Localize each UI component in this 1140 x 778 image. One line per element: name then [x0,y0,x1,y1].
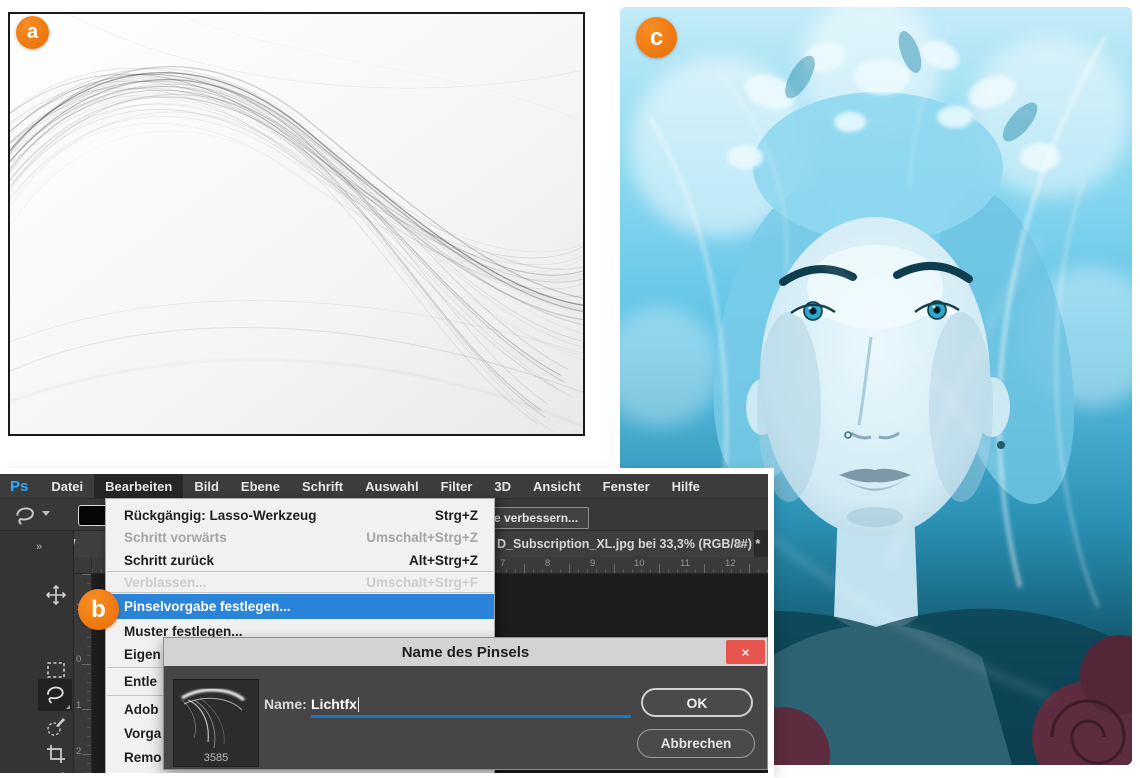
ruler-number: 9 [590,558,596,569]
menubar-item-schrift[interactable]: Schrift [291,474,354,498]
brush-name-dialog: Name des Pinsels × 3585 Name: Lichtfx OK… [163,637,768,770]
menubar-item-filter[interactable]: Filter [430,474,484,498]
menubar-item-datei[interactable]: Datei [40,474,94,498]
ok-button[interactable]: OK [641,688,753,717]
lasso-tool-preset-icon[interactable] [12,503,38,527]
quick-selection-tool-icon[interactable] [44,714,68,738]
fiber-strokes-illustration [10,14,583,434]
menubar-item-hilfe[interactable]: Hilfe [661,474,711,498]
menubar-item-bild[interactable]: Bild [183,474,230,498]
brush-size-number: 3585 [203,752,229,764]
menu-item-label: Remo [124,750,162,765]
menu-item-label: Eigen [124,647,161,662]
menubar-item-auswahl[interactable]: Auswahl [354,474,429,498]
menu-item-shortcut: Alt+Strg+Z [408,553,478,568]
tool-preset-swatch[interactable] [78,505,108,526]
double-chevron-icon[interactable]: » [36,541,42,553]
lasso-tool-icon [43,683,67,707]
menubar-item-bearbeiten[interactable]: Bearbeiten [94,474,184,498]
cancel-button[interactable]: Abbrechen [637,729,755,758]
ruler-number: 10 [634,558,645,569]
menu-item-label: Schritt vorwärts [124,530,227,545]
menubar-item-fenster[interactable]: Fenster [592,474,661,498]
dialog-body: 3585 Name: Lichtfx OK Abbrechen [164,666,767,769]
menu-item-step-forward: Schritt vorwärts Umschalt+Strg+Z [106,526,494,549]
menu-item-undo[interactable]: Rückgängig: Lasso-Werkzeug Strg+Z [106,504,494,527]
menu-bar: Ps Datei Bearbeiten Bild Ebene Schrift A… [0,474,768,498]
menu-item-define-brush-preset[interactable]: Pinselvorgabe festlegen... [106,594,494,619]
brush-preview-thumbnail: 3585 [173,679,259,767]
menubar-item-3d[interactable]: 3D [483,474,522,498]
ruler-number: 12 [725,558,736,569]
menu-item-label: Vorga [124,726,162,741]
ruler-number: 8 [545,558,551,569]
menu-separator [107,571,493,572]
dialog-close-button[interactable]: × [726,640,765,664]
menubar-item-ebene[interactable]: Ebene [230,474,291,498]
ruler-number: 0 [76,654,82,665]
move-tool-icon[interactable] [44,583,68,607]
menu-item-label: Rückgängig: Lasso-Werkzeug [124,508,317,523]
figure-label-a: a [16,16,49,49]
menu-item-step-backward[interactable]: Schritt zurück Alt+Strg+Z [106,549,494,572]
brush-name-input[interactable]: Lichtfx [311,696,359,712]
ruler-corner [74,557,92,574]
menu-item-label: Pinselvorgabe festlegen... [124,599,291,614]
ruler-number: 11 [680,558,690,569]
menu-item-shortcut: Umschalt+Strg+F [366,574,478,590]
tab-close-icon[interactable]: × [735,537,743,552]
text-caret [357,697,359,712]
photoshop-logo: Ps [10,477,29,495]
document-tab-title-right: D_Subscription_XL.jpg bei 33,3% (RGB/8#)… [497,537,761,551]
photoshop-window: Ps Datei Bearbeiten Bild Ebene Schrift A… [0,474,768,773]
ruler-number: 2 [76,746,82,757]
menubar-item-ansicht[interactable]: Ansicht [522,474,592,498]
menu-item-label: Schritt zurück [124,553,215,568]
name-field-label: Name: [264,696,307,712]
input-underline [311,715,631,718]
tools-panel: » [0,531,74,773]
crop-tool-icon[interactable] [44,742,68,766]
tutorial-figure: Ps Datei Bearbeiten Bild Ebene Schrift A… [0,0,1140,778]
dialog-title: Name des Pinsels [164,638,767,666]
refine-edge-button[interactable]: e verbessern... [483,507,590,529]
ruler-number: 1 [76,700,82,711]
brush-texture-a-image [8,12,585,436]
menu-item-label: Adob [124,702,159,717]
menu-item-shortcut: Umschalt+Strg+Z [366,530,478,545]
eyedropper-tool-icon[interactable] [44,770,68,773]
figure-label-c: c [636,17,677,58]
menu-separator [107,592,493,593]
lasso-tool-selected[interactable] [38,679,72,711]
menu-item-label: Entle [124,674,158,689]
tool-flyout-notch [66,705,70,709]
ruler-number: 7 [500,558,506,569]
brush-name-value: Lichtfx [311,696,357,712]
menu-item-shortcut: Strg+Z [434,508,478,523]
chevron-down-icon[interactable] [42,511,50,516]
menu-item-label: Verblassen... [124,574,207,590]
figure-label-b: b [78,589,119,630]
menu-item-fade: Verblassen... Umschalt+Strg+F [106,573,494,591]
